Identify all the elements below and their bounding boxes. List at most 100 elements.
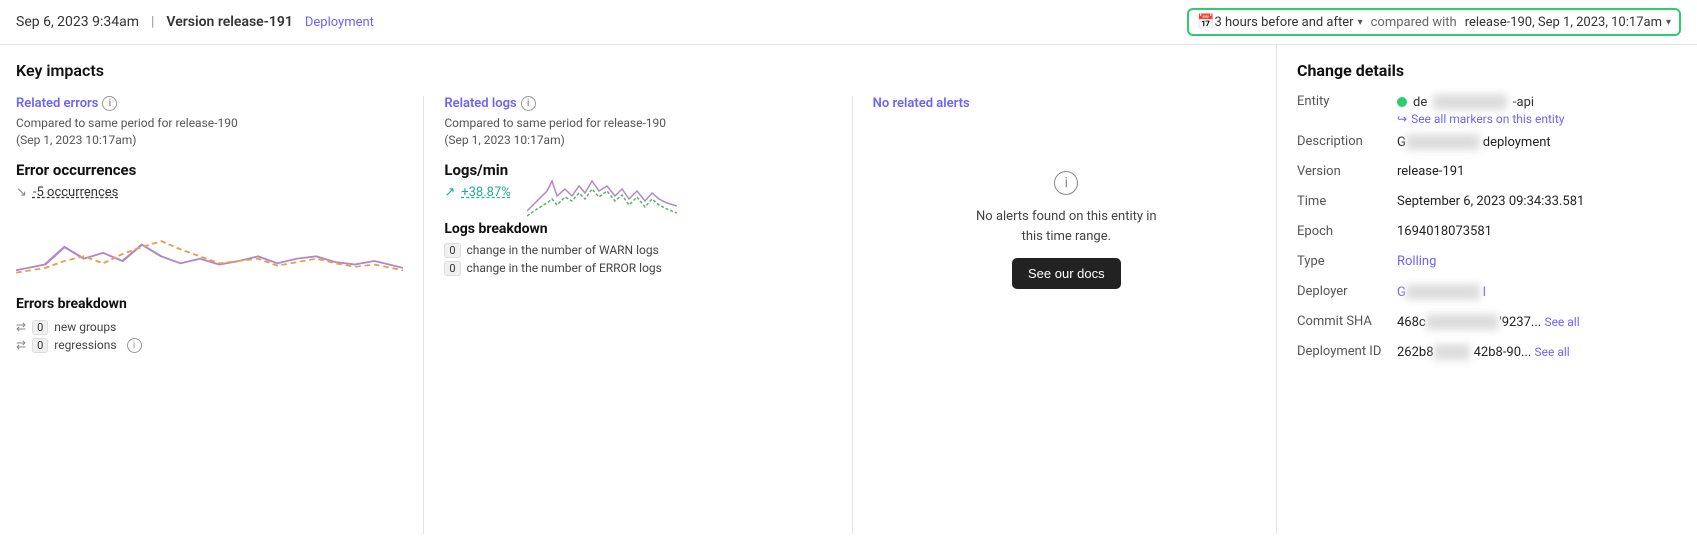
type-value[interactable]: Rolling [1397,254,1677,269]
commit-sha-see-all[interactable]: See all [1544,315,1579,329]
entity-suffix: -api [1513,95,1534,110]
see-markers-link[interactable]: ↪ See all markers on this entity [1397,112,1564,126]
commit-sha-row: Commit SHA 468c████████'9237... See all [1297,314,1677,336]
errors-compare-text: Compared to same period for release-190(… [16,115,403,149]
header-version: Version release-191 [166,14,292,30]
time-range-value: 3 hours before and after [1214,15,1353,30]
breakdown-new-groups: ⇄ 0 new groups [16,320,403,335]
deployment-id-label: Deployment ID [1297,344,1397,359]
info-icon-errors[interactable]: i [102,96,117,111]
calendar-icon: 📅 [1197,14,1214,30]
time-row: Time September 6, 2023 09:34:33.581 [1297,194,1677,216]
description-blurred: ████████ [1406,134,1480,150]
main-content: Key impacts Related errors i Compared to… [0,45,1697,534]
error-logs-label: change in the number of ERROR logs [467,261,662,275]
time-range-dropdown[interactable]: 3 hours before and after ▾ [1214,15,1362,30]
deployment-id-blurred: ████ [1434,344,1471,360]
deployer-value[interactable]: G████████ l [1397,284,1677,300]
logs-breakdown-title: Logs breakdown [444,221,831,237]
warn-logs-label: change in the number of WARN logs [467,243,659,257]
error-metric-value: -5 occurrences [33,185,118,200]
no-alerts-label: No related alerts [873,96,970,111]
version-label: Version [1297,164,1397,179]
commit-sha-label: Commit SHA [1297,314,1397,329]
epoch-value: 1694018073581 [1397,224,1677,239]
alerts-panel: No related alerts i No alerts found on t… [873,96,1260,534]
chevron-down-icon: ▾ [1358,17,1363,28]
description-label: Description [1297,134,1397,149]
info-icon-alerts: i [1054,171,1078,195]
errors-panel: Related errors i Compared to same period… [16,96,424,534]
comparison-value: release-190, Sep 1, 2023, 10:17am [1465,15,1662,30]
zero-badge-1: 0 [32,320,48,335]
compared-with-label: compared with [1371,15,1457,30]
logs-min-title: Logs/min [444,161,510,179]
no-alerts-center: i No alerts found on this entity inthis … [873,151,1260,309]
entity-label: Entity [1297,94,1397,109]
entity-blurred: ████████ [1433,94,1507,110]
deployer-label: Deployer [1297,284,1397,299]
entity-row: Entity de ████████ -api ↪ See all marker… [1297,94,1677,126]
epoch-row: Epoch 1694018073581 [1297,224,1677,246]
exchange-icon-2: ⇄ [16,338,26,352]
status-dot [1397,97,1407,107]
arrow-down-icon: ↘ [16,185,27,200]
comparison-dropdown[interactable]: release-190, Sep 1, 2023, 10:17am ▾ [1465,15,1671,30]
error-occurrences-title: Error occurrences [16,161,403,179]
logs-chart [527,161,677,221]
errors-breakdown-title: Errors breakdown [16,296,403,312]
breakdown-warn: 0 change in the number of WARN logs [444,243,831,258]
logs-panel: Related logs i Compared to same period f… [444,96,852,534]
logs-metric-value: +38.87% [461,185,511,200]
description-value: G████████ deployment [1397,134,1677,150]
no-related-alerts-link[interactable]: No related alerts [873,96,970,111]
related-logs-label: Related logs [444,96,516,111]
commit-sha-blurred: ████████ [1426,314,1500,330]
chevron-down-icon-2: ▾ [1666,17,1671,28]
errors-breakdown: ⇄ 0 new groups ⇄ 0 regressions i [16,320,403,353]
regressions-label: regressions [54,338,116,352]
no-alerts-text: No alerts found on this entity inthis ti… [976,207,1157,246]
info-icon-regressions[interactable]: i [127,338,142,353]
type-row: Type Rolling [1297,254,1677,276]
entity-value-container: de ████████ -api ↪ See all markers on th… [1397,94,1564,126]
deployer-blurred: ████████ [1406,284,1480,300]
related-errors-label: Related errors [16,96,98,111]
arrow-up-icon: ↗ [444,185,455,200]
breakdown-error: 0 change in the number of ERROR logs [444,261,831,276]
commit-sha-value: 468c████████'9237... See all [1397,314,1677,330]
change-details-title: Change details [1297,61,1677,80]
logs-compare-text: Compared to same period for release-190(… [444,115,831,149]
markers-link-text: See all markers on this entity [1411,112,1564,126]
description-row: Description G████████ deployment [1297,134,1677,156]
version-value: release-191 [1397,164,1677,179]
epoch-label: Epoch [1297,224,1397,239]
right-panel: Change details Entity de ████████ -api ↪… [1277,45,1697,534]
zero-badge-warn: 0 [444,243,460,258]
left-panel: Key impacts Related errors i Compared to… [0,45,1277,534]
entity-name-row: de ████████ -api [1397,94,1564,110]
deployment-id-see-all[interactable]: See all [1535,345,1570,359]
error-metric: ↘ -5 occurrences [16,185,403,200]
deployment-id-row: Deployment ID 262b8████ 42b8-90... See a… [1297,344,1677,366]
version-row: Version release-191 [1297,164,1677,186]
see-docs-button[interactable]: See our docs [1012,258,1121,289]
redirect-icon: ↪ [1397,112,1407,126]
header-separator: | [151,14,154,30]
deployment-badge[interactable]: Deployment [305,15,374,30]
errors-chart [16,212,403,282]
header-left: Sep 6, 2023 9:34am | Version release-191… [16,14,374,30]
related-logs-link[interactable]: Related logs i [444,96,831,111]
time-range-control: 📅 3 hours before and after ▾ compared wi… [1187,8,1681,36]
deployer-row: Deployer G████████ l [1297,284,1677,306]
exchange-icon-1: ⇄ [16,320,26,334]
top-bar: Sep 6, 2023 9:34am | Version release-191… [0,0,1697,45]
logs-metric: ↗ +38.87% [444,185,510,200]
info-icon-logs[interactable]: i [521,96,536,111]
type-label: Type [1297,254,1397,269]
header-date: Sep 6, 2023 9:34am [16,14,139,30]
zero-badge-error: 0 [444,261,460,276]
new-groups-label: new groups [54,320,116,334]
entity-prefix: de [1413,95,1427,110]
related-errors-link[interactable]: Related errors i [16,96,403,111]
